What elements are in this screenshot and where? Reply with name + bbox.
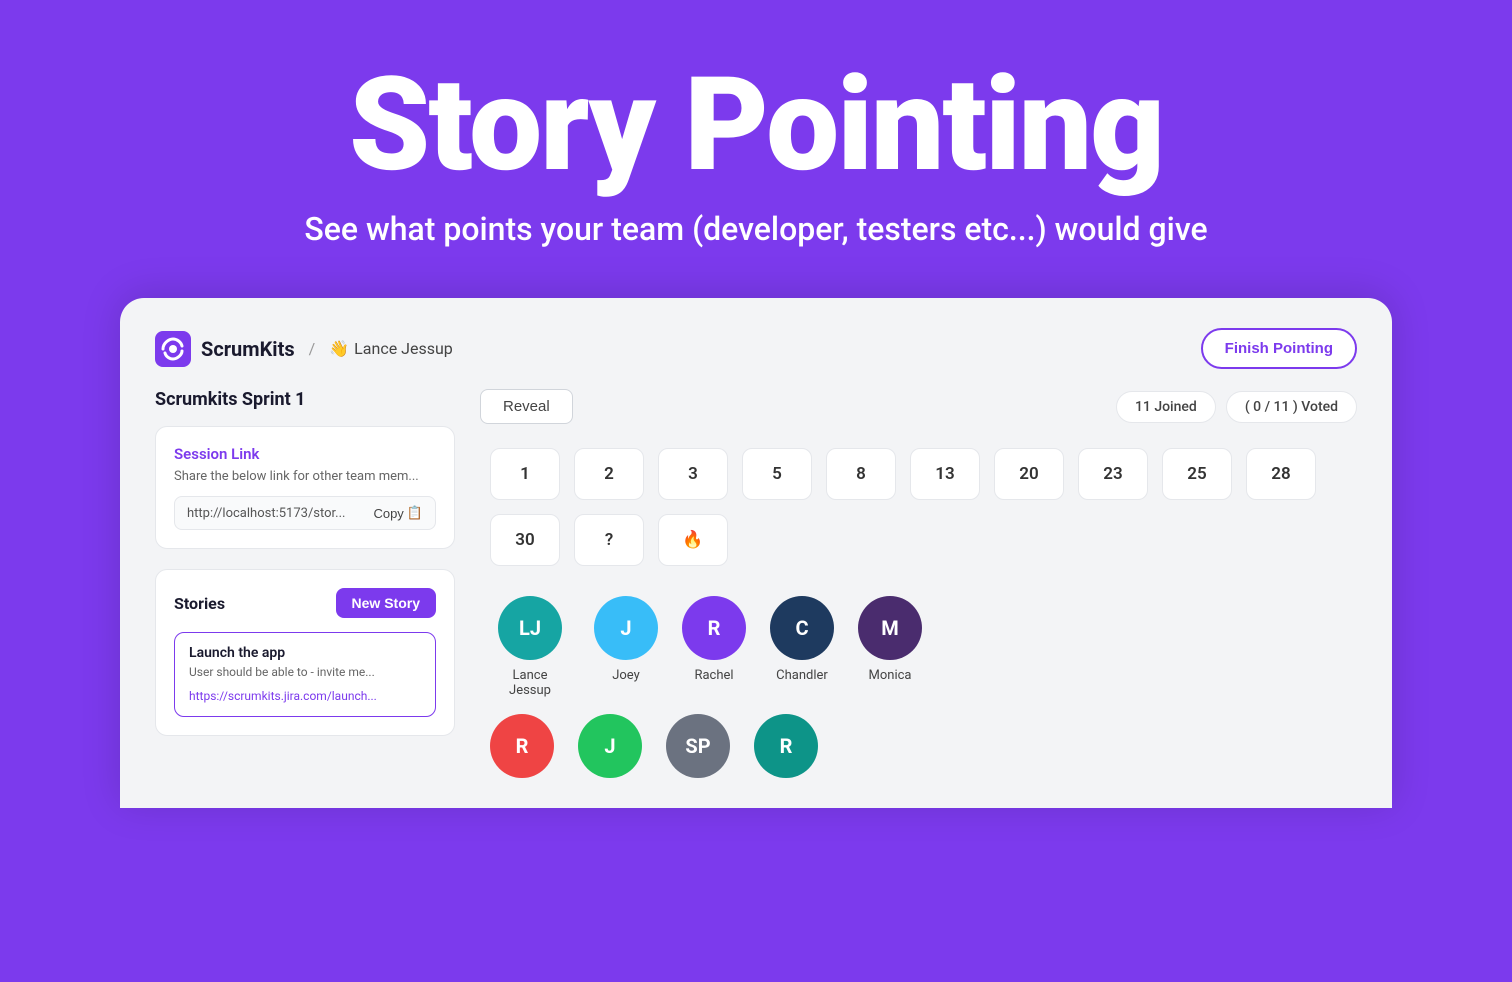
participant-j2: J: [578, 714, 642, 778]
brand-user: 👋 Lance Jessup: [329, 339, 453, 358]
avatar-j2: J: [578, 714, 642, 778]
copy-icon: 📋: [407, 505, 423, 521]
points-grid: 1 2 3 5 8 13 20 23 25 28 30 ? 🔥: [480, 448, 1357, 566]
participant-name-lance: Lance Jessup: [490, 668, 570, 698]
point-card-3[interactable]: 3: [658, 448, 728, 500]
participant-name-joey: Joey: [612, 668, 640, 683]
avatar-joey: J: [594, 596, 658, 660]
story-name: Launch the app: [189, 645, 421, 661]
avatar-chandler: C: [770, 596, 834, 660]
session-link-row: http://localhost:5173/stor... Copy 📋: [174, 496, 436, 530]
copy-link-button[interactable]: Copy 📋: [373, 505, 423, 521]
sprint-title: Scrumkits Sprint 1: [155, 389, 455, 410]
right-panel: Reveal 11 Joined ( 0 / 11 ) Voted 1 2 3 …: [480, 389, 1357, 778]
session-link-text: http://localhost:5173/stor...: [187, 506, 365, 521]
stories-header: Stories New Story: [174, 588, 436, 618]
participant-name-monica: Monica: [869, 668, 912, 683]
point-card-13[interactable]: 13: [910, 448, 980, 500]
user-name: Lance Jessup: [354, 339, 453, 358]
participant-r3: R: [754, 714, 818, 778]
avatar-lance: LJ: [498, 596, 562, 660]
session-card-desc: Share the below link for other team mem.…: [174, 469, 436, 484]
avatar-r2: R: [490, 714, 554, 778]
hero-title: Story Pointing: [40, 60, 1472, 190]
brand-separator: /: [309, 339, 316, 358]
participant-r2: R: [490, 714, 554, 778]
participant-rachel: R Rachel: [682, 596, 746, 698]
point-card-1[interactable]: 1: [490, 448, 560, 500]
finish-pointing-button[interactable]: Finish Pointing: [1201, 328, 1357, 369]
story-desc: User should be able to - invite me...: [189, 665, 421, 679]
hero-section: Story Pointing See what points your team…: [0, 0, 1512, 248]
point-card-question[interactable]: ?: [574, 514, 644, 566]
avatar-rachel: R: [682, 596, 746, 660]
participants-row-1: LJ Lance Jessup J Joey R Rachel C Chandl…: [480, 596, 1357, 698]
participant-name-rachel: Rachel: [694, 668, 733, 683]
hero-subtitle: See what points your team (developer, te…: [40, 210, 1472, 248]
point-card-30[interactable]: 30: [490, 514, 560, 566]
participant-name-chandler: Chandler: [776, 668, 828, 683]
session-card: Session Link Share the below link for ot…: [155, 426, 455, 549]
point-card-2[interactable]: 2: [574, 448, 644, 500]
session-card-title: Session Link: [174, 445, 436, 463]
story-link[interactable]: https://scrumkits.jira.com/launch...: [189, 689, 377, 703]
point-card-fire[interactable]: 🔥: [658, 514, 728, 566]
main-layout: Scrumkits Sprint 1 Session Link Share th…: [155, 389, 1357, 778]
participant-lance: LJ Lance Jessup: [490, 596, 570, 698]
brand: ScrumKits / 👋 Lance Jessup: [155, 331, 453, 367]
participant-joey: J Joey: [594, 596, 658, 698]
app-header: ScrumKits / 👋 Lance Jessup Finish Pointi…: [155, 328, 1357, 369]
user-emoji: 👋: [329, 339, 349, 358]
participant-sp: SP: [666, 714, 730, 778]
story-item: Launch the app User should be able to - …: [174, 632, 436, 717]
joined-badge: 11 Joined: [1116, 391, 1216, 423]
stories-label: Stories: [174, 594, 225, 613]
point-card-20[interactable]: 20: [994, 448, 1064, 500]
stories-section: Stories New Story Launch the app User sh…: [155, 569, 455, 736]
brand-logo-icon: [155, 331, 191, 367]
brand-name: ScrumKits: [201, 337, 295, 361]
reveal-button[interactable]: Reveal: [480, 389, 573, 424]
copy-label: Copy: [373, 506, 403, 521]
participants-row-2: R J SP R: [480, 714, 1357, 778]
point-card-8[interactable]: 8: [826, 448, 896, 500]
point-card-28[interactable]: 28: [1246, 448, 1316, 500]
point-card-25[interactable]: 25: [1162, 448, 1232, 500]
new-story-button[interactable]: New Story: [336, 588, 436, 618]
avatar-sp: SP: [666, 714, 730, 778]
avatar-monica: M: [858, 596, 922, 660]
point-card-23[interactable]: 23: [1078, 448, 1148, 500]
avatar-r3: R: [754, 714, 818, 778]
point-card-5[interactable]: 5: [742, 448, 812, 500]
right-top: Reveal 11 Joined ( 0 / 11 ) Voted: [480, 389, 1357, 424]
left-panel: Scrumkits Sprint 1 Session Link Share th…: [155, 389, 455, 778]
badges: 11 Joined ( 0 / 11 ) Voted: [1116, 391, 1357, 423]
voted-badge: ( 0 / 11 ) Voted: [1226, 391, 1357, 423]
app-container: ScrumKits / 👋 Lance Jessup Finish Pointi…: [120, 298, 1392, 808]
participant-monica: M Monica: [858, 596, 922, 698]
participant-chandler: C Chandler: [770, 596, 834, 698]
